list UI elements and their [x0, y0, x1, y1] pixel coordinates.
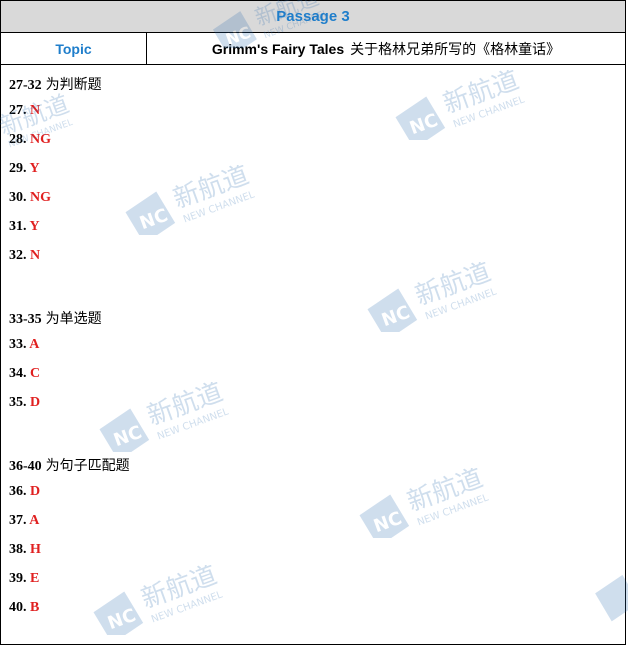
- answer-item: 27. N: [9, 103, 40, 119]
- section-heading: 33-35 为单选题: [9, 308, 102, 328]
- answer-sheet: Passage 3 Topic Grimm's Fairy Tales 关于格林…: [0, 0, 626, 645]
- section-range: 33-35: [9, 312, 42, 327]
- question-number: 29.: [9, 161, 27, 176]
- question-number: 30.: [9, 190, 27, 205]
- question-number: 39.: [9, 571, 27, 586]
- answer-value: NG: [30, 190, 51, 205]
- question-number: 37.: [9, 513, 27, 528]
- answer-value: A: [29, 337, 40, 352]
- answer-value: B: [30, 600, 40, 615]
- answer-item: 29. Y: [9, 161, 40, 177]
- answer-value: Y: [29, 161, 40, 176]
- answer-item: 40. B: [9, 600, 39, 616]
- section-description: 为句子匹配题: [45, 459, 130, 474]
- answer-item: 31. Y: [9, 219, 40, 235]
- question-number: 33.: [9, 337, 27, 352]
- topic-value: Grimm's Fairy Tales 关于格林兄弟所写的《格林童话》: [147, 33, 625, 64]
- answer-value: E: [30, 571, 40, 586]
- answer-value: C: [30, 366, 41, 381]
- answer-value: Y: [29, 219, 40, 234]
- answer-item: 39. E: [9, 571, 39, 587]
- topic-english: Grimm's Fairy Tales: [211, 40, 345, 57]
- answer-value: N: [30, 103, 41, 118]
- question-number: 40.: [9, 600, 27, 615]
- passage-title-text: Passage 3: [276, 8, 350, 25]
- answer-value: D: [30, 484, 41, 499]
- answer-item: 36. D: [9, 484, 40, 500]
- topic-chinese: 关于格林兄弟所写的《格林童话》: [350, 40, 561, 57]
- answer-item: 37. A: [9, 513, 39, 529]
- answer-value: H: [30, 542, 41, 557]
- answer-item: 33. A: [9, 337, 39, 353]
- question-number: 28.: [9, 132, 27, 147]
- answer-item: 32. N: [9, 248, 40, 264]
- question-number: 38.: [9, 542, 27, 557]
- answer-item: 34. C: [9, 366, 40, 382]
- section-heading: 27-32 为判断题: [9, 74, 102, 94]
- question-number: 32.: [9, 248, 27, 263]
- answer-value: NG: [30, 132, 51, 147]
- answer-value: D: [30, 395, 41, 410]
- topic-label: Topic: [1, 33, 147, 64]
- section-description: 为单选题: [45, 312, 102, 327]
- answer-value: N: [30, 248, 41, 263]
- question-number: 34.: [9, 366, 27, 381]
- answer-item: 35. D: [9, 395, 40, 411]
- section-heading: 36-40 为句子匹配题: [9, 455, 130, 475]
- passage-title: Passage 3: [1, 1, 625, 33]
- answer-value: A: [29, 513, 40, 528]
- question-number: 31.: [9, 219, 27, 234]
- topic-row: Topic Grimm's Fairy Tales 关于格林兄弟所写的《格林童话…: [1, 33, 625, 65]
- answer-item: 28. NG: [9, 132, 51, 148]
- section-range: 36-40: [9, 459, 42, 474]
- section-description: 为判断题: [45, 78, 102, 93]
- answer-item: 30. NG: [9, 190, 51, 206]
- question-number: 36.: [9, 484, 27, 499]
- question-number: 27.: [9, 103, 27, 118]
- answer-item: 38. H: [9, 542, 41, 558]
- section-range: 27-32: [9, 78, 42, 93]
- question-number: 35.: [9, 395, 27, 410]
